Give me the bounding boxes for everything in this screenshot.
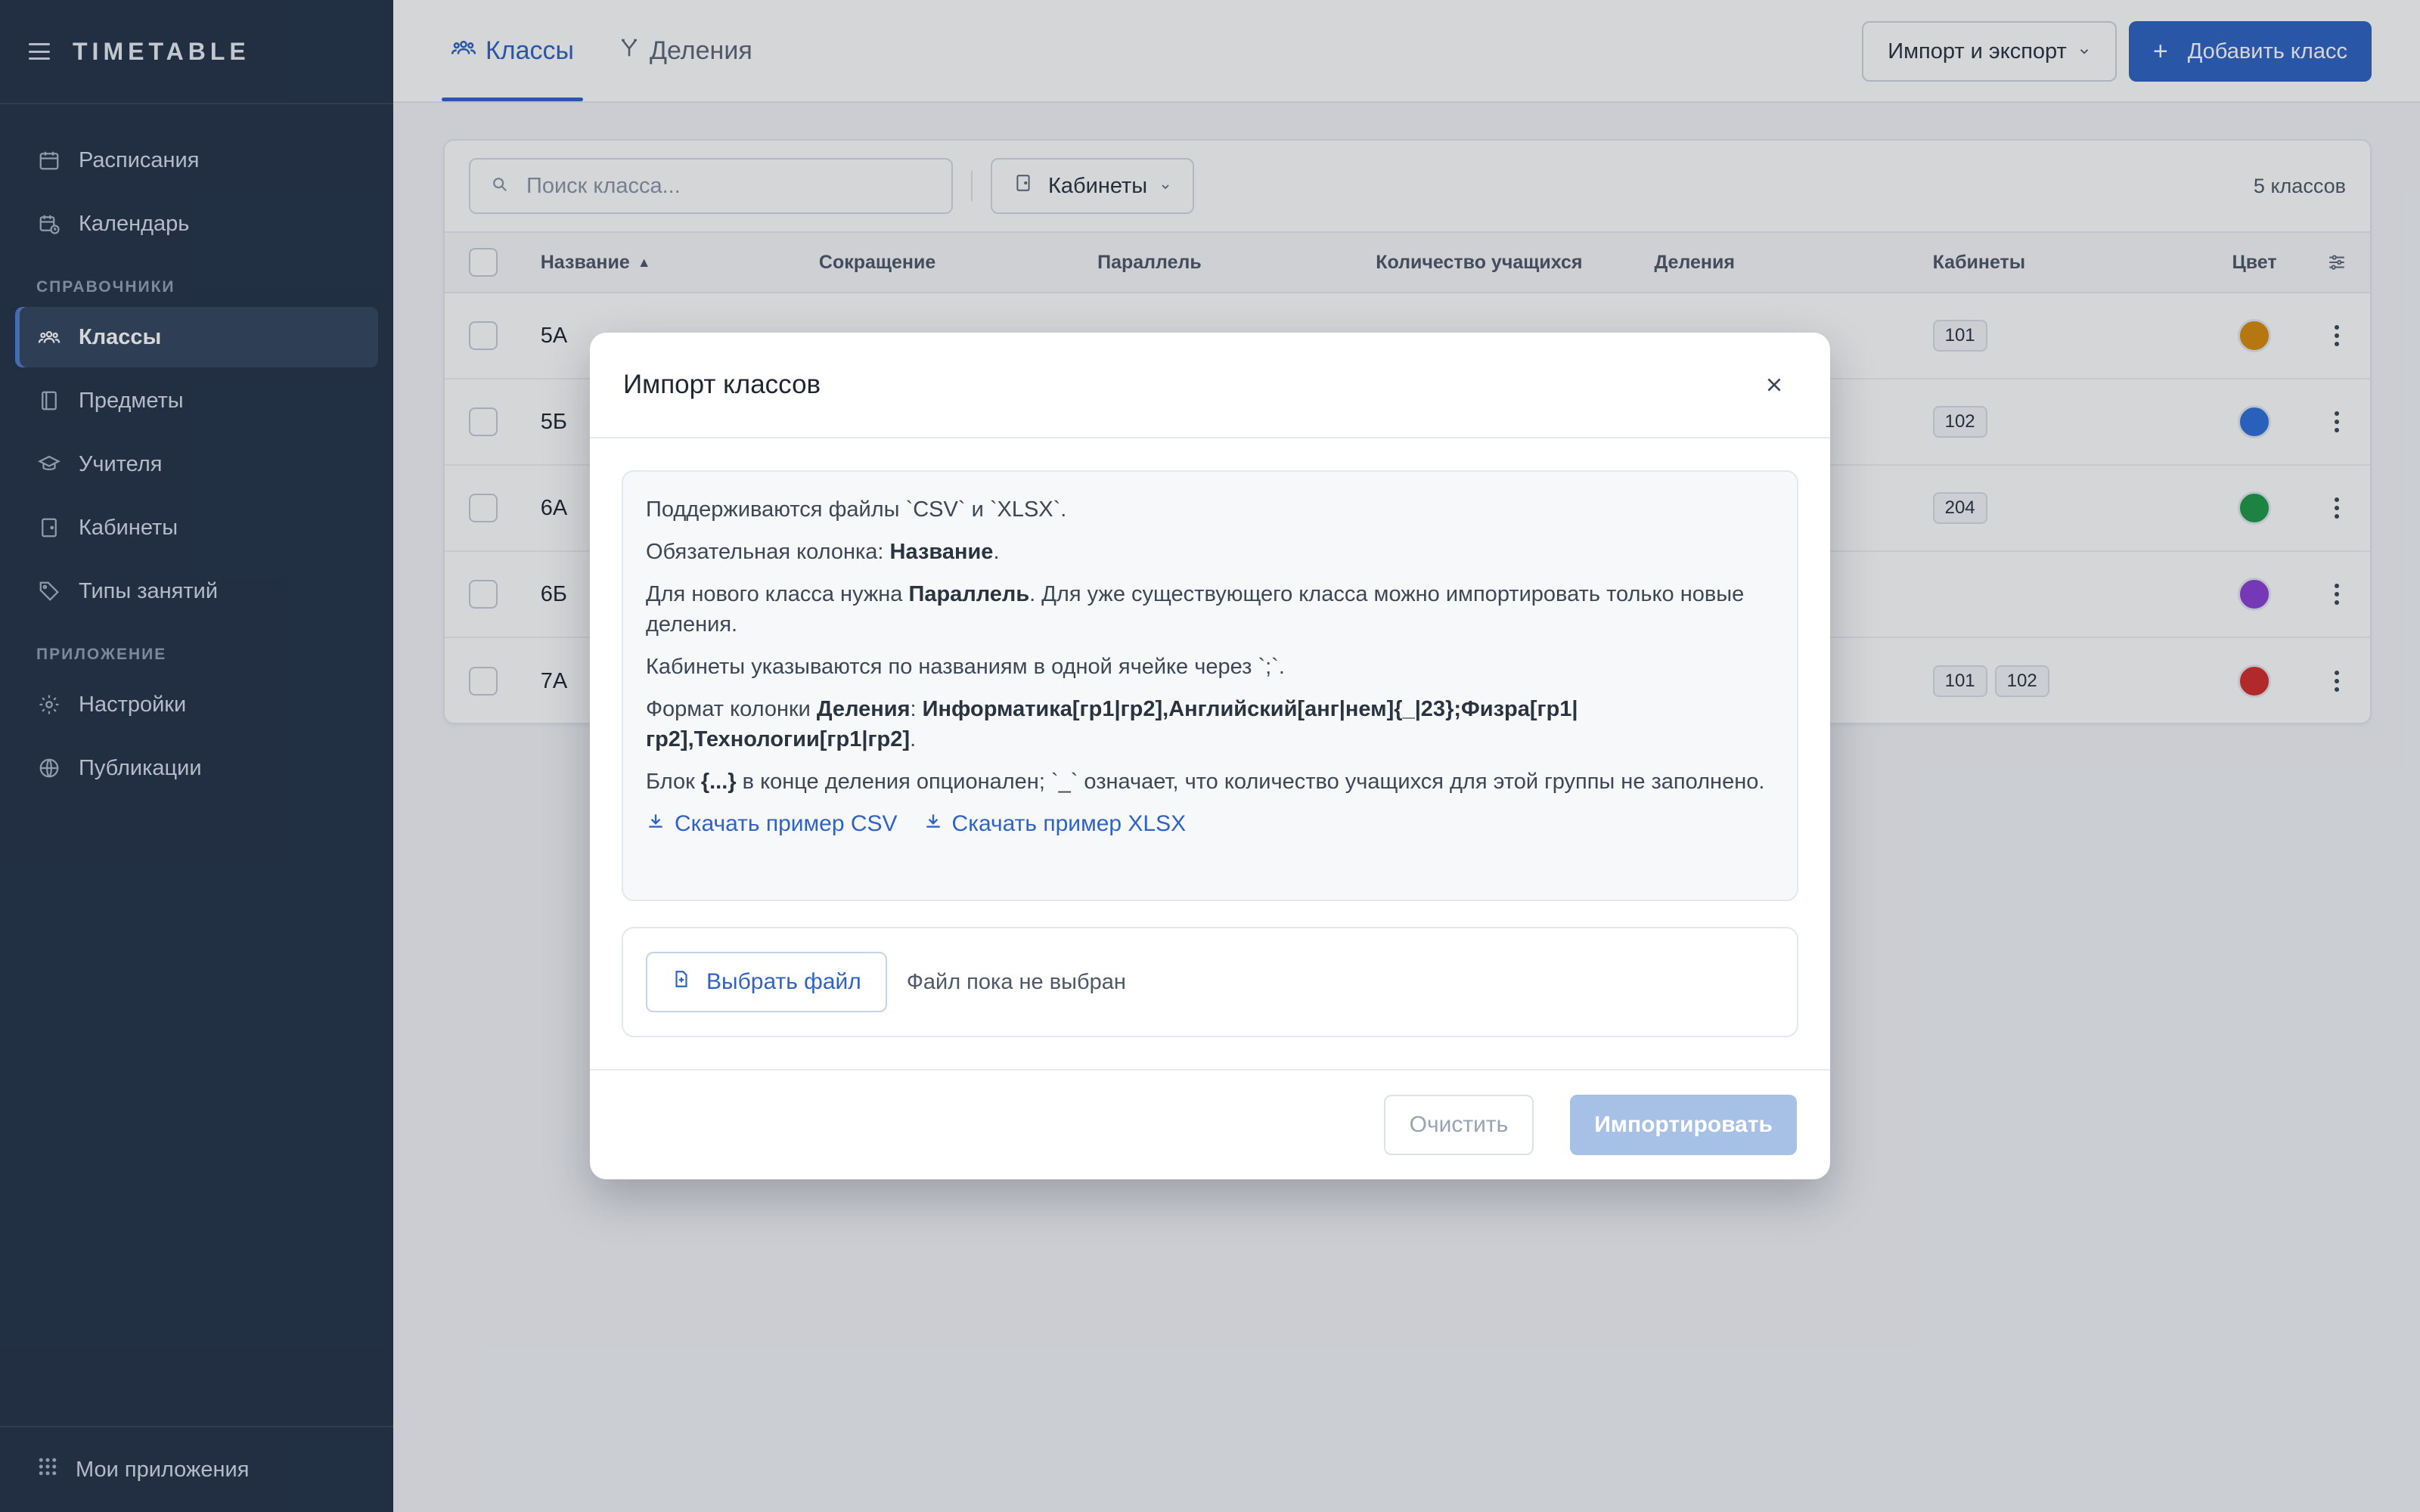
dialog-title: Импорт классов (623, 370, 821, 399)
instruction-rooms: Кабинеты указываются по названиям в одно… (646, 655, 1285, 679)
instruction-new-class: Для нового класса нужна Параллель. Для у… (646, 582, 1745, 637)
choose-file-label: Выбрать файл (706, 969, 861, 994)
instruction-required: Обязательная колонка: Название. (646, 540, 1000, 564)
dialog-header: Импорт классов (590, 333, 1830, 438)
file-plus-icon (672, 969, 691, 995)
instruction-optional-block: Блок {...} в конце деления опционален; `… (646, 770, 1765, 794)
download-csv-link[interactable]: Скачать пример CSV (646, 809, 898, 839)
download-csv-label: Скачать пример CSV (675, 811, 898, 836)
download-xlsx-label: Скачать пример XLSX (951, 811, 1187, 836)
instruction-divisions-format: Формат колонки Деления: Информатика[гр1|… (646, 697, 1578, 751)
dialog-footer: Очистить Импортировать (590, 1069, 1830, 1179)
instruction-formats: Поддерживаются файлы `CSV` и `XLSX`. (646, 497, 1067, 522)
file-picker: Выбрать файл Файл пока не выбран (622, 927, 1798, 1037)
close-icon[interactable] (1759, 370, 1789, 400)
import-classes-dialog: Импорт классов Поддерживаются файлы `CSV… (590, 333, 1830, 1179)
import-instructions: Поддерживаются файлы `CSV` и `XLSX`. Обя… (622, 470, 1798, 901)
example-links: Скачать пример CSV Скачать пример XLSX (646, 809, 1774, 839)
import-button[interactable]: Импортировать (1570, 1095, 1797, 1155)
download-xlsx-link[interactable]: Скачать пример XLSX (923, 809, 1187, 839)
file-status-text: Файл пока не выбран (906, 969, 1126, 994)
dialog-body: Поддерживаются файлы `CSV` и `XLSX`. Обя… (590, 438, 1830, 1037)
download-icon (923, 809, 943, 839)
download-icon (646, 809, 666, 839)
choose-file-button[interactable]: Выбрать файл (646, 952, 887, 1012)
clear-button[interactable]: Очистить (1383, 1095, 1534, 1155)
